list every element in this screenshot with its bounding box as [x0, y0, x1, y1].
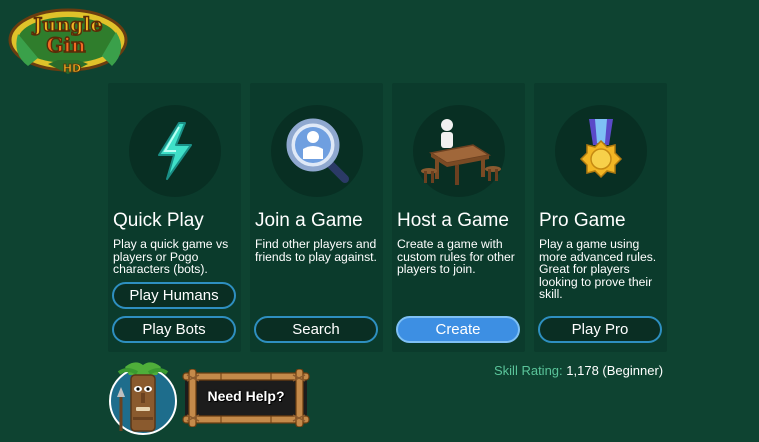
- play-humans-button[interactable]: Play Humans: [112, 282, 236, 309]
- logo-line2: Gin: [46, 33, 86, 57]
- card-title: Quick Play: [113, 210, 204, 231]
- card-icon-circle: [271, 105, 363, 197]
- need-help-button[interactable]: Need Help?: [181, 369, 311, 427]
- card-description: Find other players and friends to play a…: [255, 237, 377, 264]
- card-title: Host a Game: [397, 210, 509, 231]
- card-title: Pro Game: [539, 210, 626, 231]
- create-button[interactable]: Create: [396, 316, 520, 343]
- card-title: Join a Game: [255, 210, 363, 231]
- medal-icon: [579, 119, 623, 179]
- card-icon-circle: [129, 105, 221, 197]
- table-player-icon: [421, 119, 501, 185]
- magnifier-person-icon: [286, 118, 349, 183]
- card-description: Play a quick game vs players or Pogo cha…: [113, 237, 229, 277]
- card-pro-game: Pro Game Play a game using more advanced…: [534, 83, 667, 352]
- card-join-game: Join a Game Find other players and frien…: [250, 83, 383, 352]
- skill-rating-value: 1,178 (Beginner): [566, 363, 664, 378]
- tiki-mascot-avatar[interactable]: [107, 357, 179, 437]
- card-description: Play a game using more advanced rules. G…: [539, 237, 657, 302]
- lightning-icon: [158, 122, 192, 180]
- play-pro-button[interactable]: Play Pro: [538, 316, 662, 343]
- jungle-gin-logo: Jungle Gin HD: [8, 4, 130, 78]
- card-description: Create a game with custom rules for othe…: [397, 237, 515, 277]
- card-icon-circle: [413, 105, 505, 197]
- card-quick-play: Quick Play Play a quick game vs players …: [108, 83, 241, 352]
- search-button[interactable]: Search: [254, 316, 378, 343]
- card-icon-circle: [555, 105, 647, 197]
- play-bots-button[interactable]: Play Bots: [112, 316, 236, 343]
- skill-rating: Skill Rating: 1,178 (Beginner): [494, 363, 663, 379]
- card-host-game: Host a Game Create a game with custom ru…: [392, 83, 525, 352]
- logo-line3: HD: [63, 62, 81, 75]
- need-help-label: Need Help?: [207, 388, 285, 404]
- skill-rating-label: Skill Rating:: [494, 363, 563, 378]
